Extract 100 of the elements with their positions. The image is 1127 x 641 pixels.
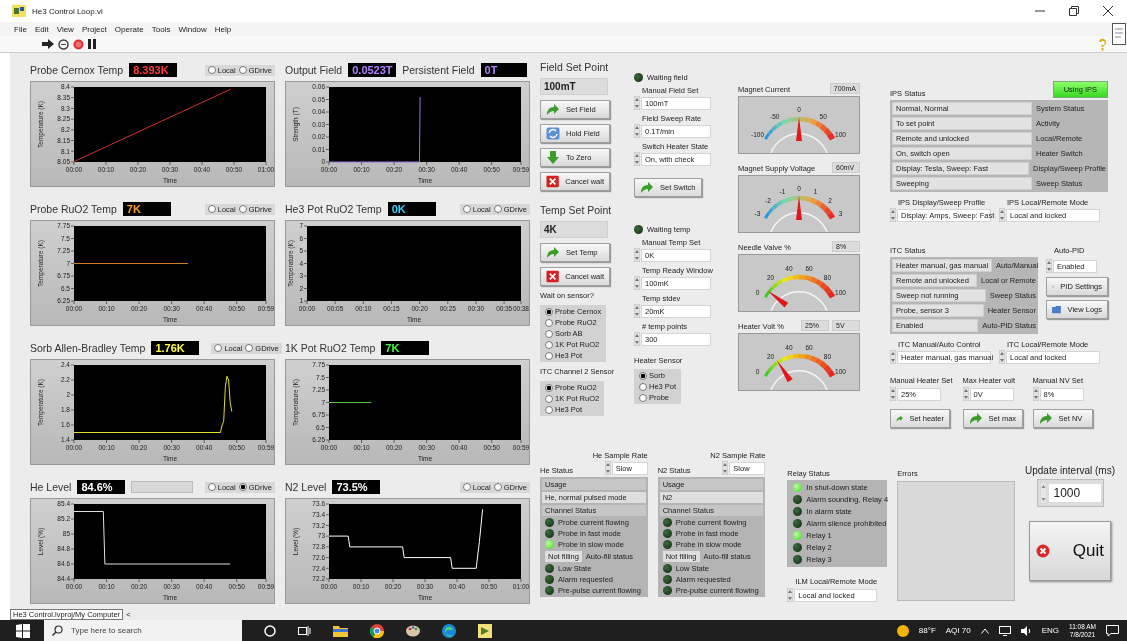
refresh-icon <box>546 127 560 140</box>
value-display: 84.6% <box>77 480 126 494</box>
cancel-icon <box>546 175 560 188</box>
menu-item[interactable]: Operate <box>114 24 144 34</box>
notification-icon[interactable] <box>1106 624 1119 637</box>
value-display: 0K <box>387 202 436 216</box>
spinner-icon[interactable] <box>999 350 1005 364</box>
numeric-field[interactable]: 1000 <box>1048 484 1101 502</box>
chart-title: Probe RuO2 Temp <box>30 203 117 215</box>
spinner-icon[interactable] <box>634 96 640 110</box>
chart-title: Sorb Allen-Bradley Temp <box>30 342 146 354</box>
language-indicator[interactable]: ENG <box>1041 626 1059 635</box>
curved-arrow-icon <box>546 103 560 116</box>
chart-title: N2 Level <box>285 481 327 493</box>
chart-title: Output Field <box>285 64 343 76</box>
setpoint-display: 4K <box>540 221 608 238</box>
quit-button[interactable]: Quit <box>1029 521 1111 581</box>
abort-icon[interactable] <box>73 38 84 50</box>
labview-app-icon[interactable] <box>478 623 492 638</box>
curved-arrow-icon <box>546 246 560 259</box>
dial-arc <box>770 370 828 390</box>
caret-icon[interactable] <box>980 627 989 634</box>
restore-icon[interactable] <box>1069 6 1079 16</box>
spinner-icon[interactable] <box>962 387 969 401</box>
spinner-icon[interactable] <box>890 208 896 222</box>
gauge-scale <box>764 353 836 378</box>
spinner-icon[interactable] <box>890 350 896 364</box>
chart-title: He3 Pot RuO2 Temp <box>285 203 382 215</box>
chart-title: Persistent Field <box>402 64 475 76</box>
chart-title: 1K Pot RuO2 Temp <box>285 342 376 354</box>
spinner-icon[interactable] <box>634 304 640 318</box>
folder-icon <box>1052 303 1062 316</box>
value-display: 0.0523T <box>348 63 397 77</box>
section-title: Field Set Point <box>540 61 609 73</box>
dial-arc <box>770 133 828 153</box>
data-line <box>328 402 372 403</box>
close-icon[interactable] <box>1103 6 1113 16</box>
cancel-icon <box>546 270 560 283</box>
value-display: 7K <box>381 341 430 355</box>
setpoint-display: 100mT <box>540 78 608 95</box>
spinner-icon[interactable] <box>722 461 729 475</box>
spinner-icon[interactable] <box>787 588 794 602</box>
search-field[interactable]: Type here to search <box>44 620 242 641</box>
dial-arc <box>770 212 828 232</box>
browser-icon[interactable] <box>370 623 384 638</box>
chart-title: He Level <box>30 481 72 493</box>
spinner-icon[interactable] <box>634 332 640 346</box>
menu-item[interactable]: Edit <box>34 24 49 34</box>
spinner-icon[interactable] <box>634 124 640 138</box>
menu-item[interactable]: Help <box>214 24 232 34</box>
dial-arc <box>770 291 828 311</box>
air-quality[interactable]: AQI 70 <box>945 626 971 635</box>
gauge-needle <box>776 360 793 383</box>
gauge-scale <box>764 195 836 220</box>
value-display: 73.5% <box>332 480 381 494</box>
sun-icon[interactable] <box>896 624 909 637</box>
run-continuously-icon[interactable] <box>58 38 69 50</box>
spinner-icon[interactable] <box>604 461 611 475</box>
value-display: 7K <box>122 202 171 216</box>
field-label: Update interval (ms) <box>1025 465 1115 476</box>
menu-item[interactable]: Project <box>81 24 107 34</box>
network-icon[interactable] <box>998 625 1011 636</box>
gauge-scale <box>764 116 836 141</box>
section-title: Temp Set Point <box>540 204 612 216</box>
browser-icon[interactable] <box>442 623 456 638</box>
spinner-icon[interactable] <box>1046 259 1052 273</box>
task-view-icon[interactable] <box>298 624 311 637</box>
curved-arrow-icon <box>1038 412 1053 425</box>
menu-item[interactable]: Tools <box>151 24 171 34</box>
curved-arrow-icon <box>640 181 654 194</box>
menu-item[interactable]: Window <box>178 24 207 34</box>
value-display: 8.393K <box>129 63 178 77</box>
menu-item[interactable]: File <box>14 24 27 34</box>
gauge-needle <box>767 290 789 308</box>
spinner-icon[interactable] <box>1039 482 1047 504</box>
chart-title: Probe Cernox Temp <box>30 64 124 76</box>
spinner-icon[interactable] <box>1032 387 1039 401</box>
spinner-icon[interactable] <box>890 387 896 401</box>
pause-icon[interactable] <box>88 39 96 49</box>
app-icon <box>12 5 26 17</box>
spinner-icon[interactable] <box>634 152 640 166</box>
windows-start-icon[interactable] <box>16 623 30 638</box>
down-arrow-icon <box>546 151 560 164</box>
window-title: He3 Control Loop.vi <box>32 6 103 16</box>
help-icon[interactable] <box>1098 37 1107 51</box>
value-display: 1.76K <box>151 341 200 355</box>
run-arrow-icon[interactable] <box>42 39 54 49</box>
folder-icon[interactable] <box>333 624 348 637</box>
gauge-scale <box>764 274 836 299</box>
curved-arrow-icon <box>968 412 983 425</box>
spinner-icon[interactable] <box>634 276 640 290</box>
value-display: 0T <box>480 63 527 77</box>
weather-temperature[interactable]: 88°F <box>918 626 936 635</box>
spinner-icon[interactable] <box>999 208 1005 222</box>
cortana-icon[interactable] <box>264 624 276 637</box>
cancel-icon <box>1036 544 1050 558</box>
palette-icon[interactable] <box>406 623 420 638</box>
spinner-icon[interactable] <box>634 248 640 262</box>
speaker-icon[interactable] <box>1020 625 1032 636</box>
menu-item[interactable]: View <box>56 24 74 34</box>
